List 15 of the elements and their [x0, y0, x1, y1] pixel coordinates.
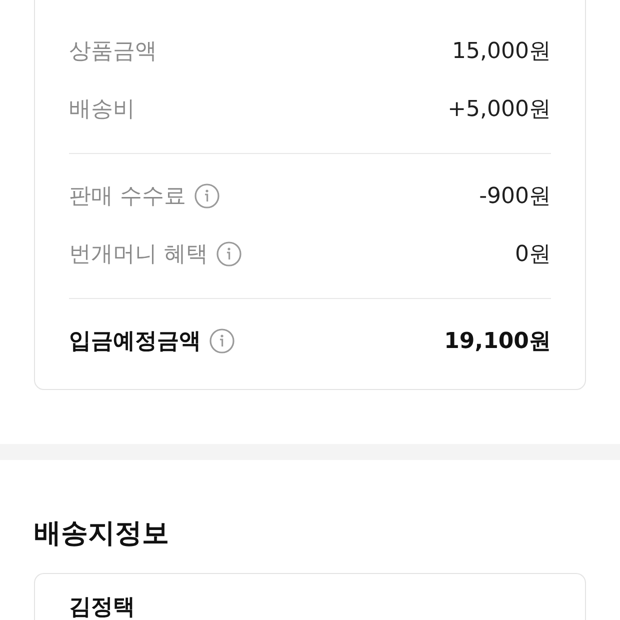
amount-value: 0원	[515, 241, 551, 269]
fee-label: 번개머니 혜택	[69, 241, 208, 269]
section-heading: 배송지정보	[34, 517, 170, 551]
info-icon[interactable]	[216, 241, 242, 267]
info-icon[interactable]	[194, 183, 220, 209]
amount-value: +5,000원	[448, 96, 551, 124]
amount-value: -900원	[479, 183, 551, 211]
info-icon[interactable]	[209, 328, 235, 354]
fee-label: 배송비	[69, 96, 135, 124]
total-amount: 19,100원	[444, 328, 551, 356]
recipient-name: 김정택	[69, 595, 135, 620]
total-label: 입금예정금액	[69, 328, 201, 356]
fee-label: 상품금액	[69, 38, 157, 66]
fee-label: 판매 수수료	[69, 183, 186, 211]
amount-value: 15,000원	[452, 38, 551, 66]
